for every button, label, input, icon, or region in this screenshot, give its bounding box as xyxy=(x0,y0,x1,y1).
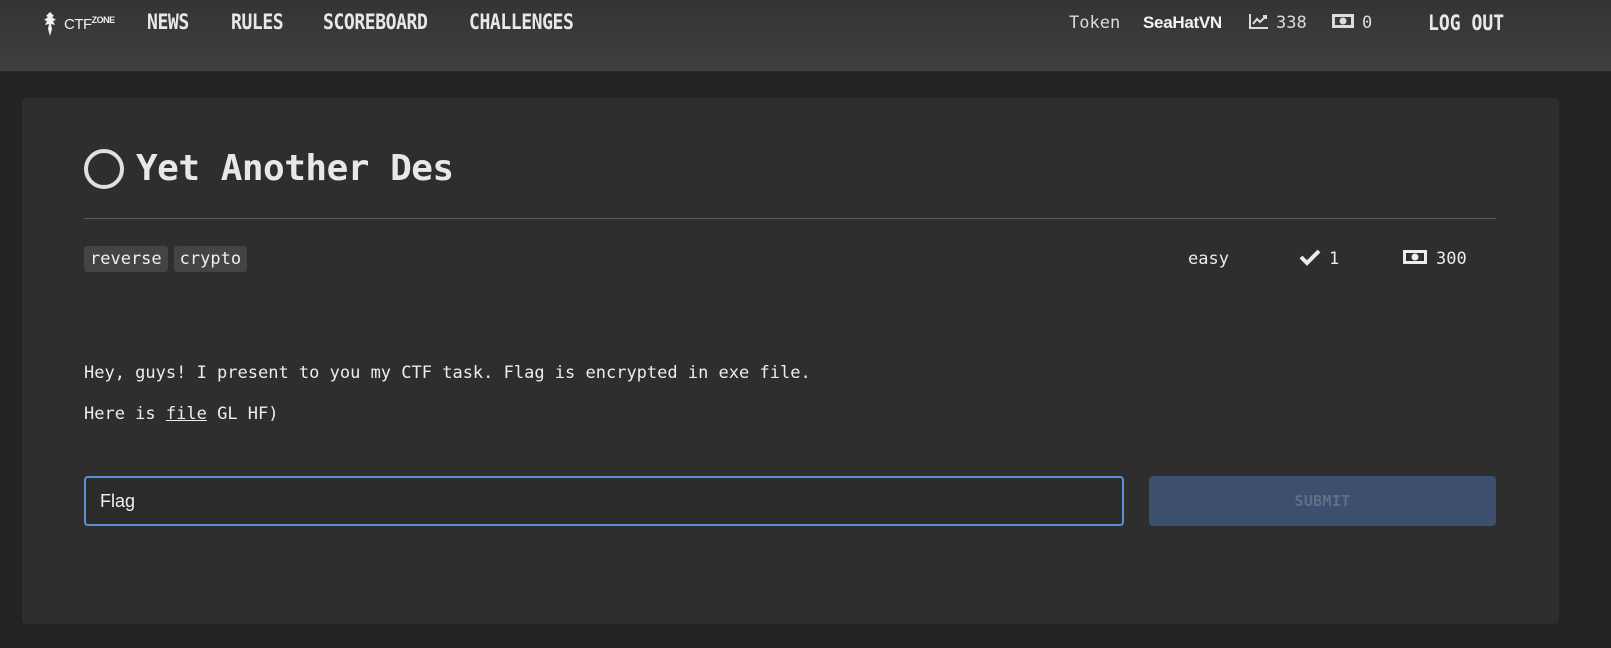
solves-indicator: 1 xyxy=(1299,246,1339,272)
nav-scoreboard[interactable]: SCOREBOARD xyxy=(323,10,428,34)
divider xyxy=(84,218,1496,219)
description-line-2: Here is file GL HF) xyxy=(84,404,279,424)
tag-reverse: reverse xyxy=(84,246,168,272)
submit-button[interactable]: SUBMIT xyxy=(1149,476,1496,526)
flag-input[interactable] xyxy=(84,476,1124,526)
logout-button[interactable]: LOG OUT xyxy=(1428,11,1504,35)
challenge-description: Hey, guys! I present to you my CTF task.… xyxy=(84,353,811,435)
money-bill-icon xyxy=(1331,13,1355,34)
logo-icon xyxy=(40,11,60,37)
money-value: 0 xyxy=(1362,13,1373,33)
logo-text: CTFZONE xyxy=(64,15,115,33)
points-indicator: 300 xyxy=(1402,246,1467,272)
score-value: 338 xyxy=(1276,13,1307,33)
money-indicator: 0 xyxy=(1331,12,1372,34)
circle-icon xyxy=(84,148,124,189)
nav-challenges[interactable]: CHALLENGES xyxy=(469,10,574,34)
tag-crypto: crypto xyxy=(173,246,248,272)
chart-line-icon xyxy=(1249,13,1269,34)
username[interactable]: SeaHatVN xyxy=(1143,12,1222,34)
solves-count: 1 xyxy=(1329,249,1340,269)
check-icon xyxy=(1299,248,1321,271)
challenge-header: Yet Another Des xyxy=(84,148,454,189)
points-value: 300 xyxy=(1436,249,1467,269)
nav-rules[interactable]: RULES xyxy=(231,10,284,34)
score-indicator: 338 xyxy=(1249,12,1307,34)
top-navbar: CTFZONE NEWS RULES SCOREBOARD CHALLENGES… xyxy=(0,0,1611,72)
token-link[interactable]: Token xyxy=(1069,12,1120,34)
difficulty-label: easy xyxy=(1188,249,1229,269)
challenge-card: Yet Another Des reverse crypto easy 1 30… xyxy=(22,98,1559,624)
file-link[interactable]: file xyxy=(166,404,207,424)
ctfzone-logo[interactable]: CTFZONE xyxy=(40,10,115,38)
tag-list: reverse crypto xyxy=(84,246,248,272)
description-line-1: Hey, guys! I present to you my CTF task.… xyxy=(84,363,811,383)
money-bill-icon xyxy=(1402,249,1428,270)
nav-news[interactable]: NEWS xyxy=(147,10,189,34)
challenge-title: Yet Another Des xyxy=(136,148,454,189)
main-nav: NEWS RULES SCOREBOARD CHALLENGES xyxy=(147,10,582,34)
